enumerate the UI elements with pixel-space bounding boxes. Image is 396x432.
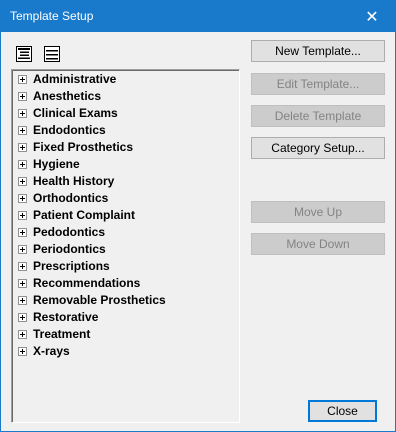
tree-item-label: Removable Prosthetics: [33, 293, 166, 307]
tree-item[interactable]: Removable Prosthetics: [18, 292, 166, 308]
tree-item[interactable]: Recommendations: [18, 275, 140, 291]
title-bar[interactable]: Template Setup ✕: [1, 1, 395, 32]
expand-icon[interactable]: [18, 244, 27, 254]
expand-icon[interactable]: [18, 176, 27, 186]
template-setup-window: Template Setup ✕ Administrative Anesthet…: [0, 0, 396, 432]
tree-item-label: Endodontics: [33, 123, 106, 137]
tree-item-label: Patient Complaint: [33, 208, 136, 222]
tree-item-label: Treatment: [33, 327, 91, 341]
tree-item-label: Restorative: [33, 310, 99, 324]
expand-icon[interactable]: [18, 108, 27, 118]
expand-all-button[interactable]: [14, 44, 34, 64]
tree-item-label: Anesthetics: [33, 89, 102, 103]
window-close-icon[interactable]: ✕: [349, 1, 395, 32]
tree-item-label: Health History: [33, 174, 115, 188]
expand-icon[interactable]: [18, 346, 27, 356]
move-down-button[interactable]: Move Down: [251, 233, 385, 255]
tree-item[interactable]: Fixed Prosthetics: [18, 139, 133, 155]
tree-item[interactable]: Clinical Exams: [18, 105, 118, 121]
expand-icon[interactable]: [18, 159, 27, 169]
delete-template-button[interactable]: Delete Template: [251, 105, 385, 127]
tree-item-label: Hygiene: [33, 157, 80, 171]
tree-item[interactable]: Orthodontics: [18, 190, 108, 206]
expand-icon[interactable]: [18, 312, 27, 322]
tree-item[interactable]: Hygiene: [18, 156, 80, 172]
expand-icon[interactable]: [18, 329, 27, 339]
tree-item[interactable]: Endodontics: [18, 122, 106, 138]
expand-icon[interactable]: [18, 74, 27, 84]
expand-icon[interactable]: [18, 278, 27, 288]
collapse-all-button[interactable]: [42, 44, 62, 64]
expand-icon[interactable]: [18, 295, 27, 305]
collapse-all-icon: [44, 46, 60, 62]
tree-item-label: Prescriptions: [33, 259, 110, 273]
expand-icon[interactable]: [18, 193, 27, 203]
tree-item[interactable]: Restorative: [18, 309, 98, 325]
expand-icon[interactable]: [18, 210, 27, 220]
tree-item[interactable]: Administrative: [18, 71, 116, 87]
expand-icon[interactable]: [18, 142, 27, 152]
expand-icon[interactable]: [18, 125, 27, 135]
tree-item[interactable]: Anesthetics: [18, 88, 101, 104]
tree-item-label: Recommendations: [33, 276, 141, 290]
tree-item-label: Pedodontics: [33, 225, 106, 239]
expand-icon[interactable]: [18, 227, 27, 237]
tree-item[interactable]: X-rays: [18, 343, 70, 359]
tree-item[interactable]: Prescriptions: [18, 258, 110, 274]
category-tree[interactable]: Administrative Anesthetics Clinical Exam…: [11, 69, 240, 423]
category-setup-button[interactable]: Category Setup...: [251, 137, 385, 159]
tree-item[interactable]: Pedodontics: [18, 224, 105, 240]
tree-item[interactable]: Health History: [18, 173, 114, 189]
new-template-button[interactable]: New Template...: [251, 40, 385, 62]
expand-icon[interactable]: [18, 261, 27, 271]
tree-item-label: Periodontics: [33, 242, 106, 256]
close-button[interactable]: Close: [308, 400, 377, 422]
tree-item[interactable]: Periodontics: [18, 241, 106, 257]
tree-item-label: Orthodontics: [33, 191, 109, 205]
tree-item-label: X-rays: [33, 344, 70, 358]
expand-icon[interactable]: [18, 91, 27, 101]
expand-all-icon: [16, 46, 32, 62]
tree-item-label: Clinical Exams: [33, 106, 118, 120]
tree-item-label: Fixed Prosthetics: [33, 140, 134, 154]
tree-item[interactable]: Patient Complaint: [18, 207, 135, 223]
window-title: Template Setup: [10, 9, 94, 23]
edit-template-button[interactable]: Edit Template...: [251, 73, 385, 95]
tree-item[interactable]: Treatment: [18, 326, 90, 342]
move-up-button[interactable]: Move Up: [251, 201, 385, 223]
tree-item-label: Administrative: [33, 72, 117, 86]
